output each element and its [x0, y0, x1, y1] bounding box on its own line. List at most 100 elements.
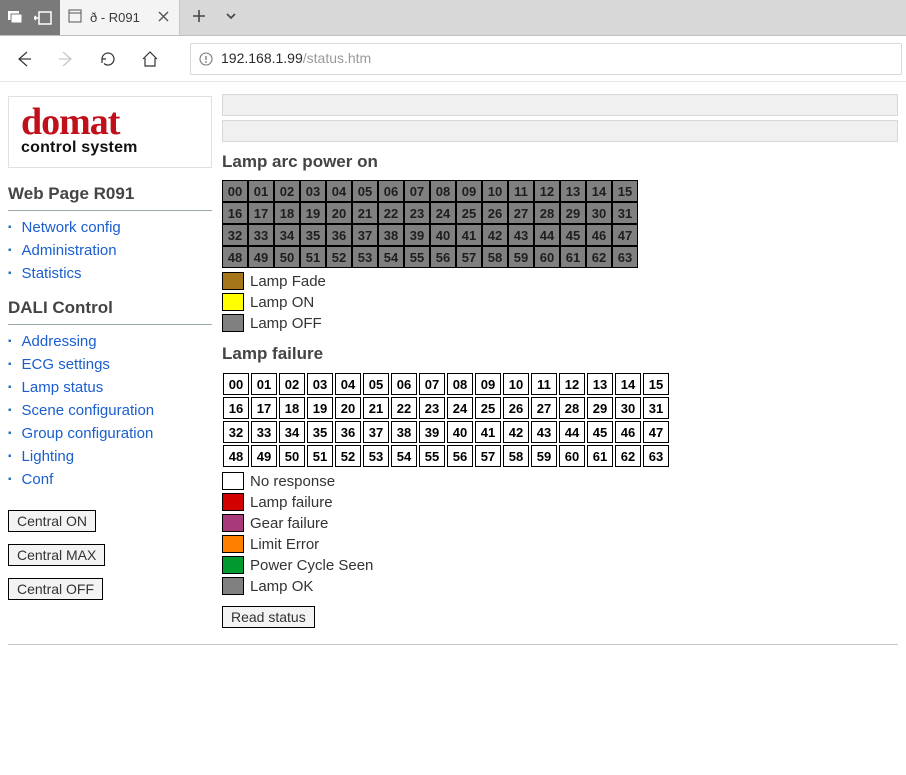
failure-cell[interactable]: 39 — [419, 421, 445, 443]
arc-cell[interactable]: 40 — [430, 224, 456, 246]
arc-cell[interactable]: 60 — [534, 246, 560, 268]
failure-cell[interactable]: 16 — [223, 397, 249, 419]
arc-cell[interactable]: 34 — [274, 224, 300, 246]
failure-cell[interactable]: 00 — [223, 373, 249, 395]
failure-cell[interactable]: 50 — [279, 445, 305, 467]
nav-back-button[interactable] — [4, 39, 44, 79]
failure-cell[interactable]: 33 — [251, 421, 277, 443]
failure-cell[interactable]: 40 — [447, 421, 473, 443]
nav-refresh-button[interactable] — [88, 39, 128, 79]
sidebar-link[interactable]: Group configuration — [22, 425, 154, 442]
arc-cell[interactable]: 08 — [430, 180, 456, 202]
arc-cell[interactable]: 53 — [352, 246, 378, 268]
arc-cell[interactable]: 54 — [378, 246, 404, 268]
arc-cell[interactable]: 29 — [560, 202, 586, 224]
browser-tab[interactable]: ð - R091 — [60, 0, 180, 35]
arc-cell[interactable]: 07 — [404, 180, 430, 202]
failure-cell[interactable]: 07 — [419, 373, 445, 395]
arc-cell[interactable]: 36 — [326, 224, 352, 246]
sidebar-link[interactable]: Lighting — [22, 448, 75, 465]
failure-cell[interactable]: 35 — [307, 421, 333, 443]
failure-cell[interactable]: 12 — [559, 373, 585, 395]
failure-cell[interactable]: 04 — [335, 373, 361, 395]
arc-cell[interactable]: 13 — [560, 180, 586, 202]
arc-cell[interactable]: 21 — [352, 202, 378, 224]
sidebar-link[interactable]: Administration — [22, 242, 117, 259]
arc-cell[interactable]: 48 — [222, 246, 248, 268]
failure-cell[interactable]: 34 — [279, 421, 305, 443]
nav-forward-button[interactable] — [46, 39, 86, 79]
arc-cell[interactable]: 19 — [300, 202, 326, 224]
failure-cell[interactable]: 18 — [279, 397, 305, 419]
arc-cell[interactable]: 44 — [534, 224, 560, 246]
failure-cell[interactable]: 59 — [531, 445, 557, 467]
failure-cell[interactable]: 46 — [615, 421, 641, 443]
failure-cell[interactable]: 23 — [419, 397, 445, 419]
failure-cell[interactable]: 43 — [531, 421, 557, 443]
failure-cell[interactable]: 42 — [503, 421, 529, 443]
arc-cell[interactable]: 04 — [326, 180, 352, 202]
arc-cell[interactable]: 02 — [274, 180, 300, 202]
arc-cell[interactable]: 06 — [378, 180, 404, 202]
failure-cell[interactable]: 41 — [475, 421, 501, 443]
failure-cell[interactable]: 55 — [419, 445, 445, 467]
failure-cell[interactable]: 11 — [531, 373, 557, 395]
arc-cell[interactable]: 30 — [586, 202, 612, 224]
sidebar-link[interactable]: Addressing — [22, 333, 97, 350]
failure-cell[interactable]: 61 — [587, 445, 613, 467]
central-button[interactable]: Central MAX — [8, 544, 105, 566]
failure-cell[interactable]: 44 — [559, 421, 585, 443]
arc-cell[interactable]: 33 — [248, 224, 274, 246]
arc-cell[interactable]: 32 — [222, 224, 248, 246]
arc-cell[interactable]: 63 — [612, 246, 638, 268]
arc-cell[interactable]: 11 — [508, 180, 534, 202]
arc-cell[interactable]: 41 — [456, 224, 482, 246]
central-button[interactable]: Central ON — [8, 510, 96, 532]
failure-cell[interactable]: 60 — [559, 445, 585, 467]
failure-cell[interactable]: 47 — [643, 421, 669, 443]
sidebar-link[interactable]: ECG settings — [22, 356, 110, 373]
failure-cell[interactable]: 01 — [251, 373, 277, 395]
failure-cell[interactable]: 03 — [307, 373, 333, 395]
failure-cell[interactable]: 31 — [643, 397, 669, 419]
arc-cell[interactable]: 51 — [300, 246, 326, 268]
failure-cell[interactable]: 06 — [391, 373, 417, 395]
failure-cell[interactable]: 54 — [391, 445, 417, 467]
arc-cell[interactable]: 24 — [430, 202, 456, 224]
arc-cell[interactable]: 25 — [456, 202, 482, 224]
failure-cell[interactable]: 51 — [307, 445, 333, 467]
new-tab-button[interactable] — [186, 3, 212, 33]
arc-cell[interactable]: 03 — [300, 180, 326, 202]
failure-cell[interactable]: 24 — [447, 397, 473, 419]
tab-close-icon[interactable] — [156, 7, 171, 28]
sidebar-link[interactable]: Scene configuration — [22, 402, 155, 419]
arc-cell[interactable]: 37 — [352, 224, 378, 246]
failure-cell[interactable]: 52 — [335, 445, 361, 467]
sidebar-link[interactable]: Conf — [22, 471, 54, 488]
failure-cell[interactable]: 27 — [531, 397, 557, 419]
arc-cell[interactable]: 57 — [456, 246, 482, 268]
arc-cell[interactable]: 28 — [534, 202, 560, 224]
arc-cell[interactable]: 56 — [430, 246, 456, 268]
arc-cell[interactable]: 09 — [456, 180, 482, 202]
sidebar-link[interactable]: Lamp status — [22, 379, 104, 396]
failure-cell[interactable]: 20 — [335, 397, 361, 419]
sidebar-link[interactable]: Statistics — [22, 265, 82, 282]
failure-cell[interactable]: 28 — [559, 397, 585, 419]
arc-cell[interactable]: 61 — [560, 246, 586, 268]
arc-cell[interactable]: 58 — [482, 246, 508, 268]
failure-cell[interactable]: 17 — [251, 397, 277, 419]
failure-cell[interactable]: 21 — [363, 397, 389, 419]
failure-cell[interactable]: 25 — [475, 397, 501, 419]
failure-cell[interactable]: 05 — [363, 373, 389, 395]
failure-cell[interactable]: 57 — [475, 445, 501, 467]
failure-cell[interactable]: 36 — [335, 421, 361, 443]
arc-cell[interactable]: 00 — [222, 180, 248, 202]
failure-cell[interactable]: 49 — [251, 445, 277, 467]
failure-cell[interactable]: 32 — [223, 421, 249, 443]
failure-cell[interactable]: 09 — [475, 373, 501, 395]
arc-cell[interactable]: 43 — [508, 224, 534, 246]
failure-cell[interactable]: 26 — [503, 397, 529, 419]
arc-cell[interactable]: 59 — [508, 246, 534, 268]
arc-cell[interactable]: 17 — [248, 202, 274, 224]
